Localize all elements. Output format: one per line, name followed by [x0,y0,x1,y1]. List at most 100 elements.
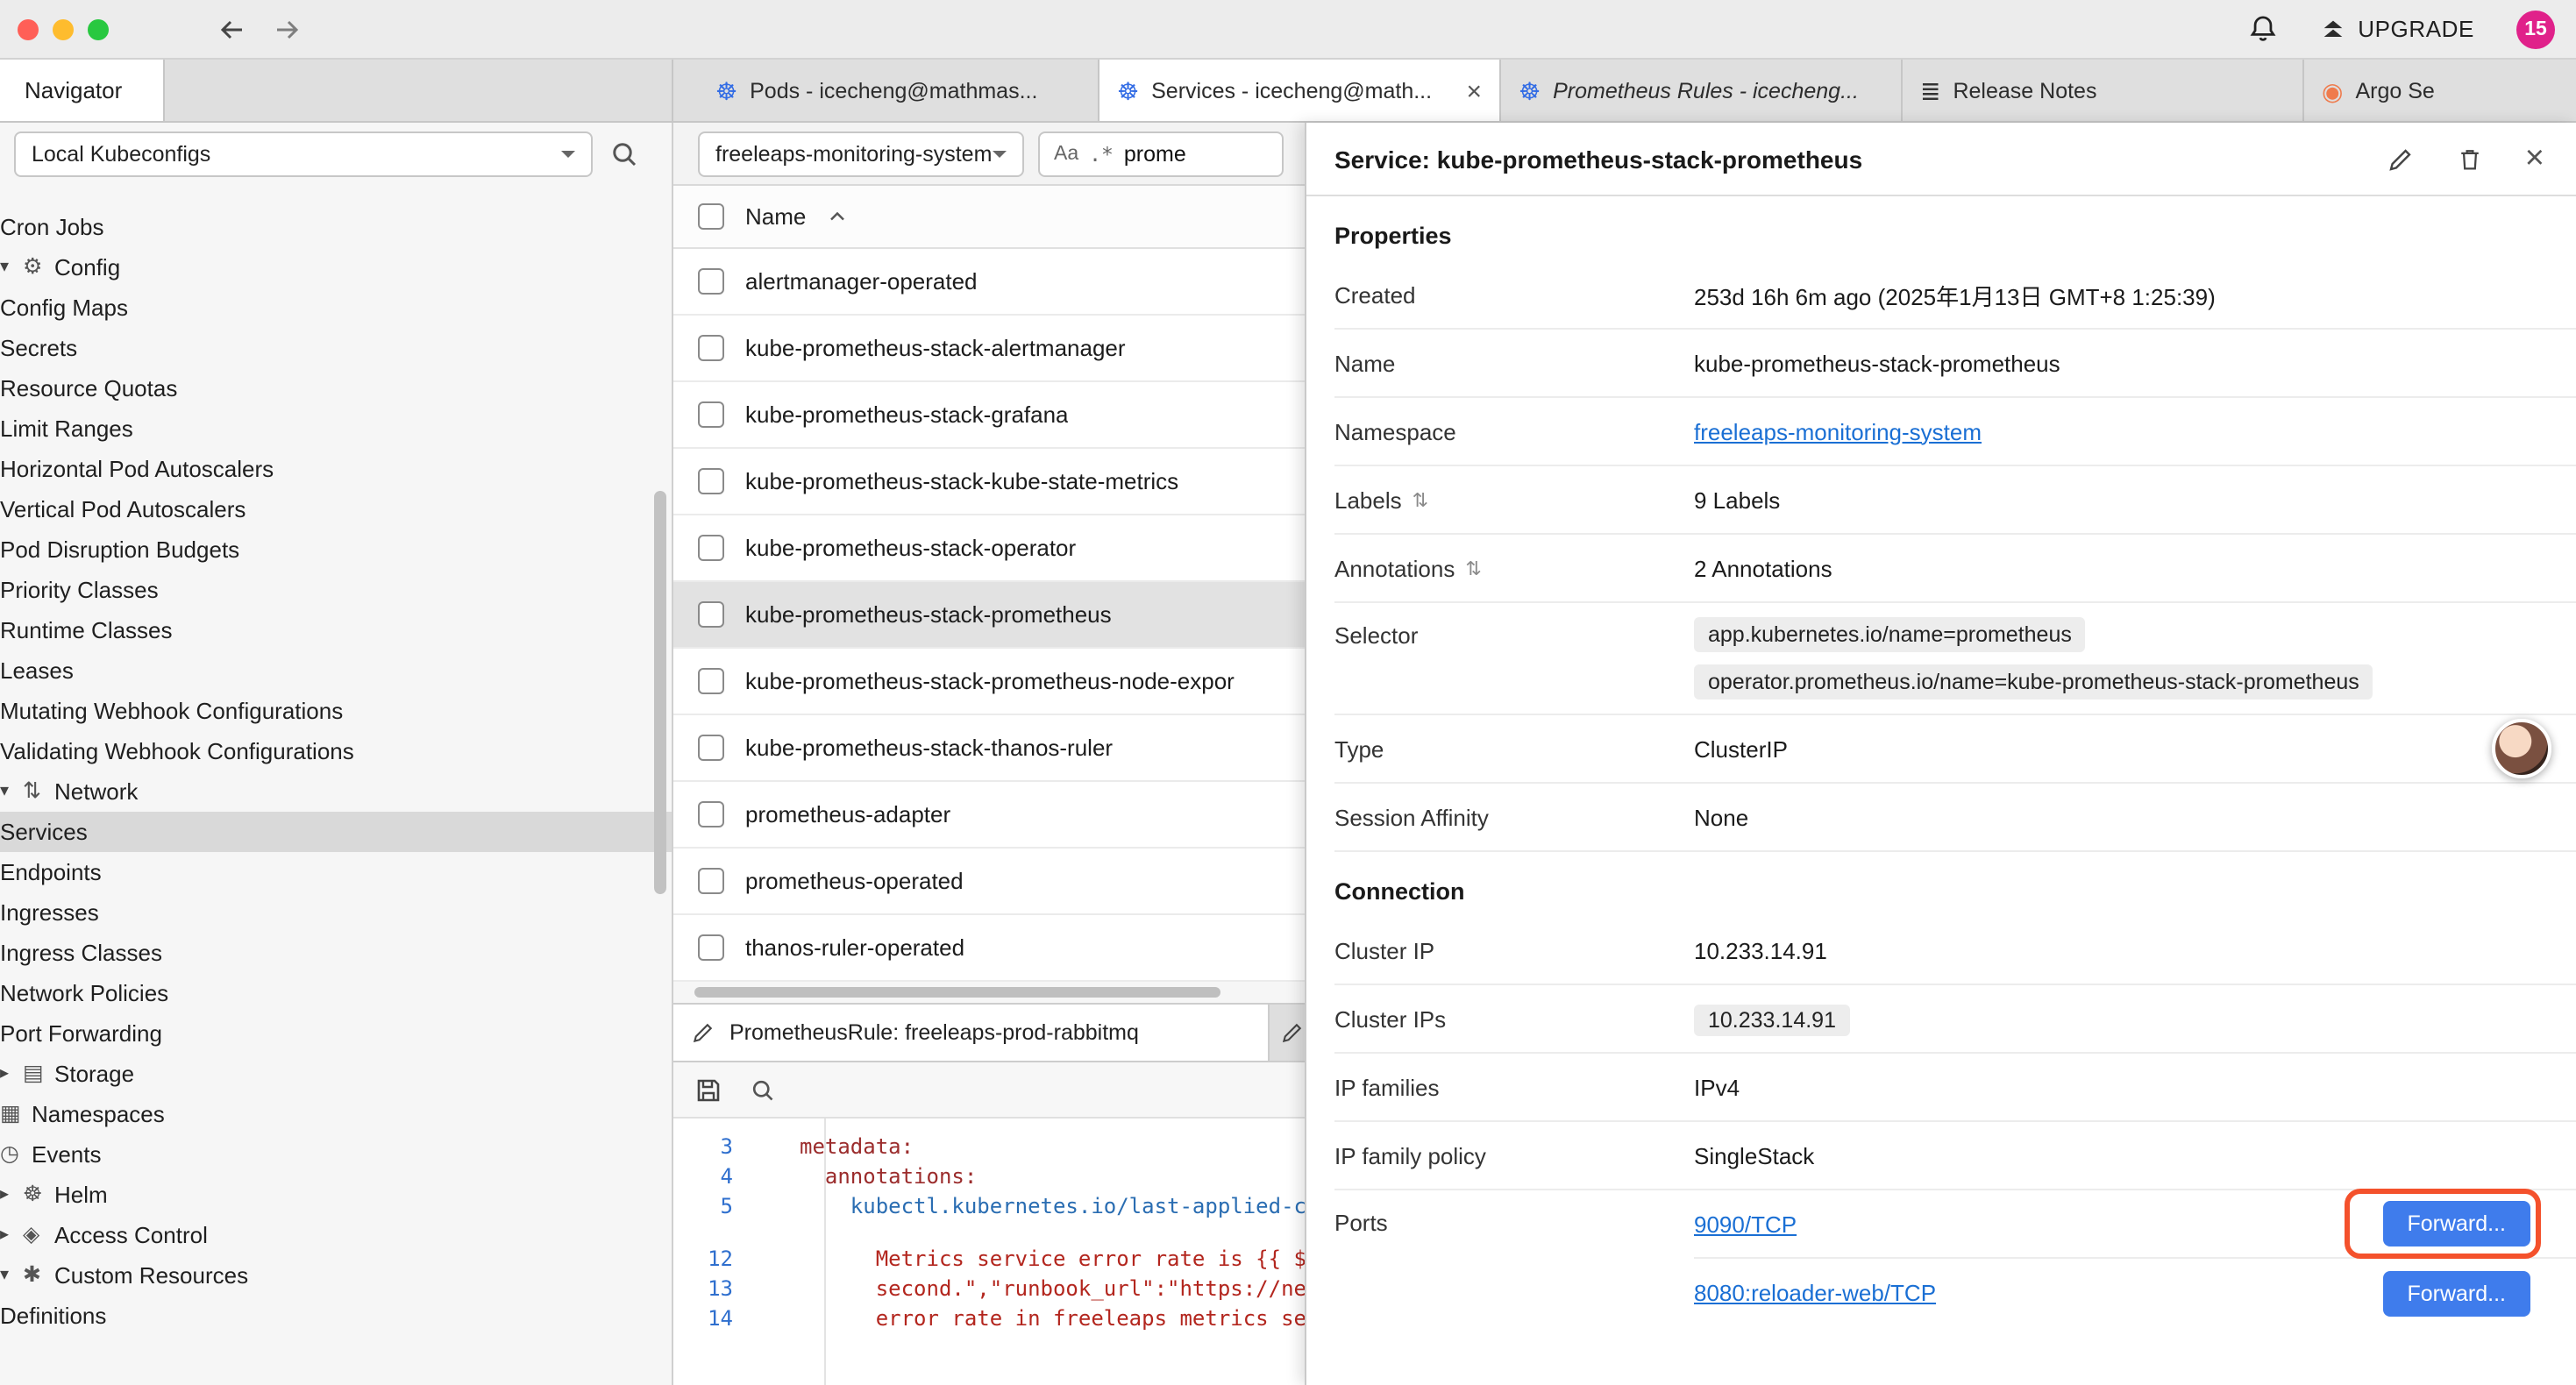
row-checkbox[interactable] [698,735,724,761]
sidebar-item[interactable]: Validating Webhook Configurations [0,731,672,771]
document-tab[interactable]: ≣ Release Notes [1903,60,2304,121]
table-row[interactable]: kube-prometheus-stack-alertmanager [673,316,1305,382]
match-case-toggle[interactable]: Aa [1054,143,1078,164]
close-icon[interactable]: × [2525,142,2544,175]
scrollbar-thumb[interactable] [694,987,1220,998]
port-link[interactable]: 9090/TCP [1694,1211,1797,1237]
sidebar-item[interactable]: Runtime Classes [0,610,672,650]
sidebar-item[interactable]: ▾ ✱ Custom Resources [0,1255,672,1296]
kubeconfig-select[interactable]: Local Kubeconfigs [14,131,593,177]
sidebar-item[interactable]: Horizontal Pod Autoscalers [0,449,672,489]
forward-button[interactable]: Forward... [2382,1201,2530,1246]
namespace-link[interactable]: freeleaps-monitoring-system [1694,418,1982,444]
row-checkbox[interactable] [698,335,724,361]
edit-icon[interactable] [2387,145,2415,173]
sidebar-item[interactable]: Ingress Classes [0,933,672,973]
labels-value[interactable]: 9 Labels [1694,487,2548,513]
row-checkbox[interactable] [698,868,724,894]
sidebar-item[interactable]: Network Policies [0,973,672,1013]
sidebar-item[interactable]: Mutating Webhook Configurations [0,691,672,731]
sidebar-item[interactable]: ▸ ◈ Access Control [0,1215,672,1255]
editor-tab[interactable]: PrometheusRule: freeleaps-prod-rabbitmq [673,1005,1270,1061]
sidebar-item[interactable]: Vertical Pod Autoscalers [0,489,672,529]
zoom-window-button[interactable] [88,18,109,39]
table-row[interactable]: kube-prometheus-stack-thanos-ruler [673,715,1305,782]
back-icon[interactable] [217,15,247,43]
navigator-tab[interactable]: Navigator [0,60,165,121]
delete-icon[interactable] [2457,145,2483,173]
tree-chevron-icon[interactable]: ▸ [0,1185,23,1204]
sidebar-scrollbar[interactable] [654,491,666,894]
close-window-button[interactable] [18,18,39,39]
table-row[interactable]: thanos-ruler-operated [673,915,1305,982]
table-horizontal-scrollbar[interactable] [673,982,1305,1003]
user-avatar[interactable] [2492,719,2551,778]
regex-toggle[interactable]: .* [1089,141,1114,166]
sidebar-item[interactable]: ▾ ⇅ Network [0,771,672,812]
table-row[interactable]: prometheus-adapter [673,782,1305,849]
row-checkbox[interactable] [698,668,724,694]
row-checkbox[interactable] [698,934,724,961]
forward-button[interactable]: Forward... [2382,1270,2530,1316]
upgrade-button[interactable]: UPGRADE [2319,16,2474,42]
search-icon[interactable] [610,140,638,168]
table-row[interactable]: kube-prometheus-stack-kube-state-metrics [673,449,1305,515]
tab-close-icon[interactable]: × [1466,78,1482,104]
table-row[interactable]: kube-prometheus-stack-prometheus-node-ex… [673,649,1305,715]
table-row[interactable]: kube-prometheus-stack-prometheus [673,582,1305,649]
bell-icon[interactable] [2247,14,2277,44]
sidebar-item[interactable]: Services [0,812,672,852]
sidebar-item[interactable]: Resource Quotas [0,368,672,408]
tree-chevron-icon[interactable]: ▾ [0,782,23,801]
sidebar-item[interactable]: Ingresses [0,892,672,933]
labels-sort-icon[interactable] [1413,488,1428,511]
sidebar-item[interactable]: ▦ Namespaces [0,1094,672,1134]
sidebar-item[interactable]: ▸ ☸ Helm [0,1175,672,1215]
tree-chevron-icon[interactable]: ▾ [0,258,23,277]
editor-tab-partial[interactable] [1270,1005,1305,1061]
table-row[interactable]: kube-prometheus-stack-grafana [673,382,1305,449]
search-icon[interactable] [751,1077,775,1102]
document-tab[interactable]: ☸ Services - icecheng@math... × [1099,60,1501,121]
sort-asc-icon[interactable] [827,210,846,223]
sidebar-item[interactable]: Port Forwarding [0,1013,672,1054]
sidebar-item[interactable]: Leases [0,650,672,691]
sidebar-item[interactable]: Secrets [0,328,672,368]
sidebar-item[interactable]: Endpoints [0,852,672,892]
row-checkbox[interactable] [698,401,724,428]
sidebar-item[interactable]: Limit Ranges [0,408,672,449]
row-checkbox[interactable] [698,801,724,827]
annotations-value[interactable]: 2 Annotations [1694,555,2548,581]
save-icon[interactable] [694,1076,722,1104]
row-checkbox[interactable] [698,268,724,295]
search-input[interactable]: Aa .* prome [1038,131,1284,176]
select-all-checkbox[interactable] [698,203,724,230]
sidebar-item[interactable]: Priority Classes [0,570,672,610]
sidebar-item[interactable]: ▾ ⚙ Config [0,247,672,288]
sidebar-item[interactable]: Config Maps [0,288,672,328]
sidebar-item[interactable]: Pod Disruption Budgets [0,529,672,570]
row-checkbox[interactable] [698,468,724,494]
port-link[interactable]: 8080:reloader-web/TCP [1694,1280,1936,1306]
sidebar-item[interactable]: ◷ Events [0,1134,672,1175]
tree-chevron-icon[interactable]: ▸ [0,1225,23,1245]
row-checkbox[interactable] [698,535,724,561]
name-column-header[interactable]: Name [745,203,806,230]
minimize-window-button[interactable] [53,18,74,39]
notification-badge[interactable]: 15 [2516,10,2555,48]
sidebar-item[interactable]: ▸ ▤ Storage [0,1054,672,1094]
table-row[interactable]: prometheus-operated [673,849,1305,915]
table-row[interactable]: alertmanager-operated [673,249,1305,316]
document-tab[interactable]: ☸ Pods - icecheng@mathmas... [698,60,1099,121]
sidebar-item[interactable]: Cron Jobs [0,207,672,247]
table-row[interactable]: kube-prometheus-stack-operator [673,515,1305,582]
tree-chevron-icon[interactable]: ▸ [0,1064,23,1083]
tree-chevron-icon[interactable]: ▾ [0,1266,23,1285]
namespace-select[interactable]: freeleaps-monitoring-system [698,131,1024,176]
forward-icon[interactable] [272,15,302,43]
sidebar-item[interactable]: Definitions [0,1296,672,1336]
yaml-editor[interactable]: 3 metadata: 4 annotations: 5 kubectl.kub… [673,1119,1305,1385]
document-tab[interactable]: ◉ Argo Se [2304,60,2576,121]
document-tab[interactable]: ☸ Prometheus Rules - icecheng... [1501,60,1903,121]
row-checkbox[interactable] [698,601,724,628]
